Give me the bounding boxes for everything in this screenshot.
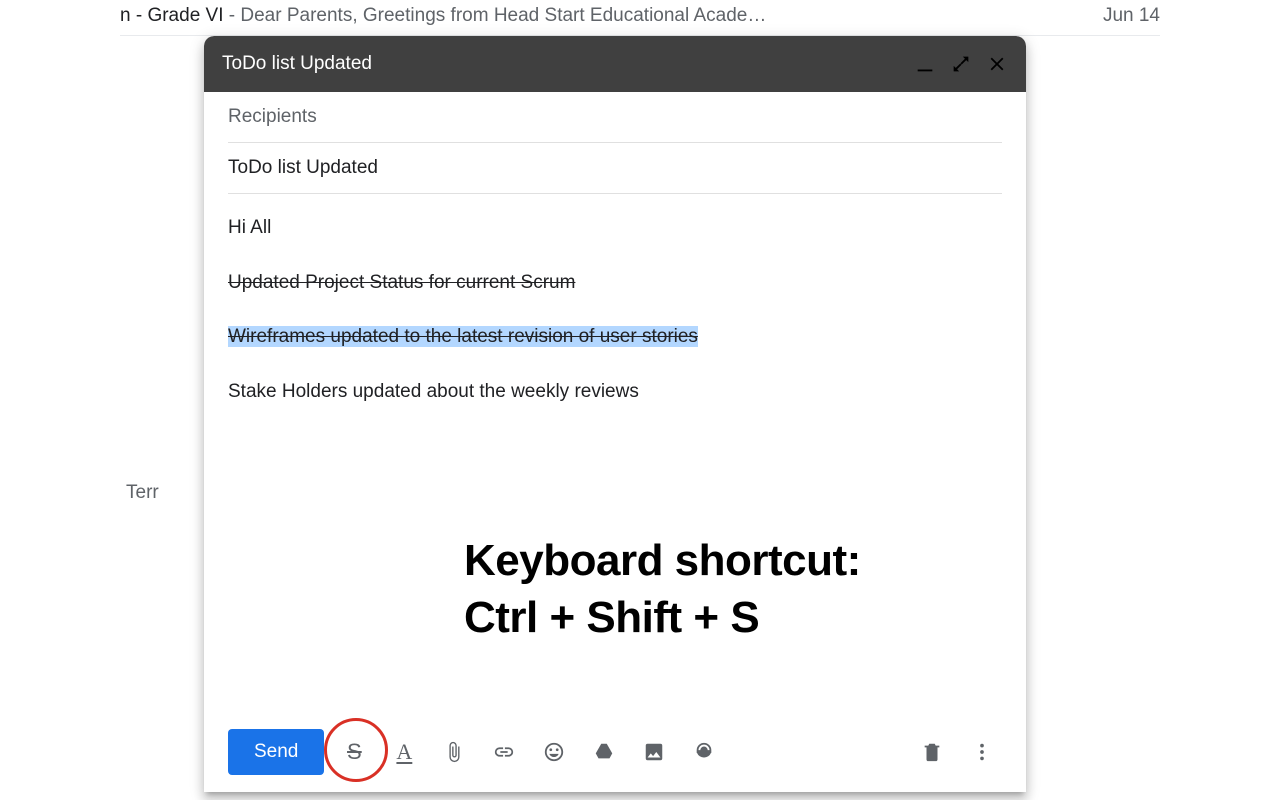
inbox-row[interactable]: n - Grade VI - Dear Parents, Greetings f… [120, 0, 1160, 36]
expand-icon[interactable] [950, 53, 972, 75]
row-date: Jun 14 [1103, 5, 1160, 27]
row-sep: - [224, 5, 241, 26]
strikethrough-icon[interactable]: S [334, 732, 374, 772]
link-icon[interactable] [484, 732, 524, 772]
compose-title: ToDo list Updated [222, 53, 900, 75]
strikethrough-glyph: S [347, 739, 362, 765]
inbox-row-text: n - Grade VI - Dear Parents, Greetings f… [120, 5, 1083, 27]
annotation-line-2: Ctrl + Shift + S [464, 589, 861, 646]
attach-icon[interactable] [434, 732, 474, 772]
compose-editor[interactable]: Hi All Updated Project Status for curren… [228, 194, 1002, 405]
more-icon[interactable] [962, 732, 1002, 772]
body-greeting: Hi All [228, 216, 1002, 241]
body-line-1-text: Updated Project Status for current Scrum [228, 272, 575, 293]
body-line-2: Wireframes updated to the latest revisio… [228, 325, 1002, 350]
minimize-icon[interactable] [914, 53, 936, 75]
row-subject-frag: n - Grade VI [120, 5, 224, 26]
compose-header[interactable]: ToDo list Updated [204, 36, 1026, 92]
annotation-line-1: Keyboard shortcut: [464, 532, 861, 589]
send-button[interactable]: Send [228, 729, 324, 775]
confidential-icon[interactable] [684, 732, 724, 772]
body-line-2-text: Wireframes updated to the latest revisio… [228, 326, 698, 347]
formatting-glyph: A [396, 739, 412, 765]
annotation-overlay: Keyboard shortcut: Ctrl + Shift + S [464, 532, 861, 646]
delete-icon[interactable] [912, 732, 952, 772]
row-snippet: Dear Parents, Greetings from Head Start … [240, 5, 766, 26]
recipients-field[interactable]: Recipients [228, 92, 1002, 143]
body-line-3: Stake Holders updated about the weekly r… [228, 380, 1002, 405]
recipients-placeholder: Recipients [228, 106, 317, 127]
compose-footer: Send S A [204, 712, 1026, 792]
compose-window: ToDo list Updated Recipients ToDo list U… [204, 36, 1026, 792]
subject-text: ToDo list Updated [228, 157, 378, 178]
subject-field[interactable]: ToDo list Updated [228, 143, 1002, 194]
compose-body: Recipients ToDo list Updated Hi All Upda… [204, 92, 1026, 712]
body-line-1: Updated Project Status for current Scrum [228, 271, 1002, 296]
formatting-icon[interactable]: A [384, 732, 424, 772]
close-icon[interactable] [986, 53, 1008, 75]
image-icon[interactable] [634, 732, 674, 772]
emoji-icon[interactable] [534, 732, 574, 772]
background-text-fragment: Terr [126, 482, 159, 504]
drive-icon[interactable] [584, 732, 624, 772]
